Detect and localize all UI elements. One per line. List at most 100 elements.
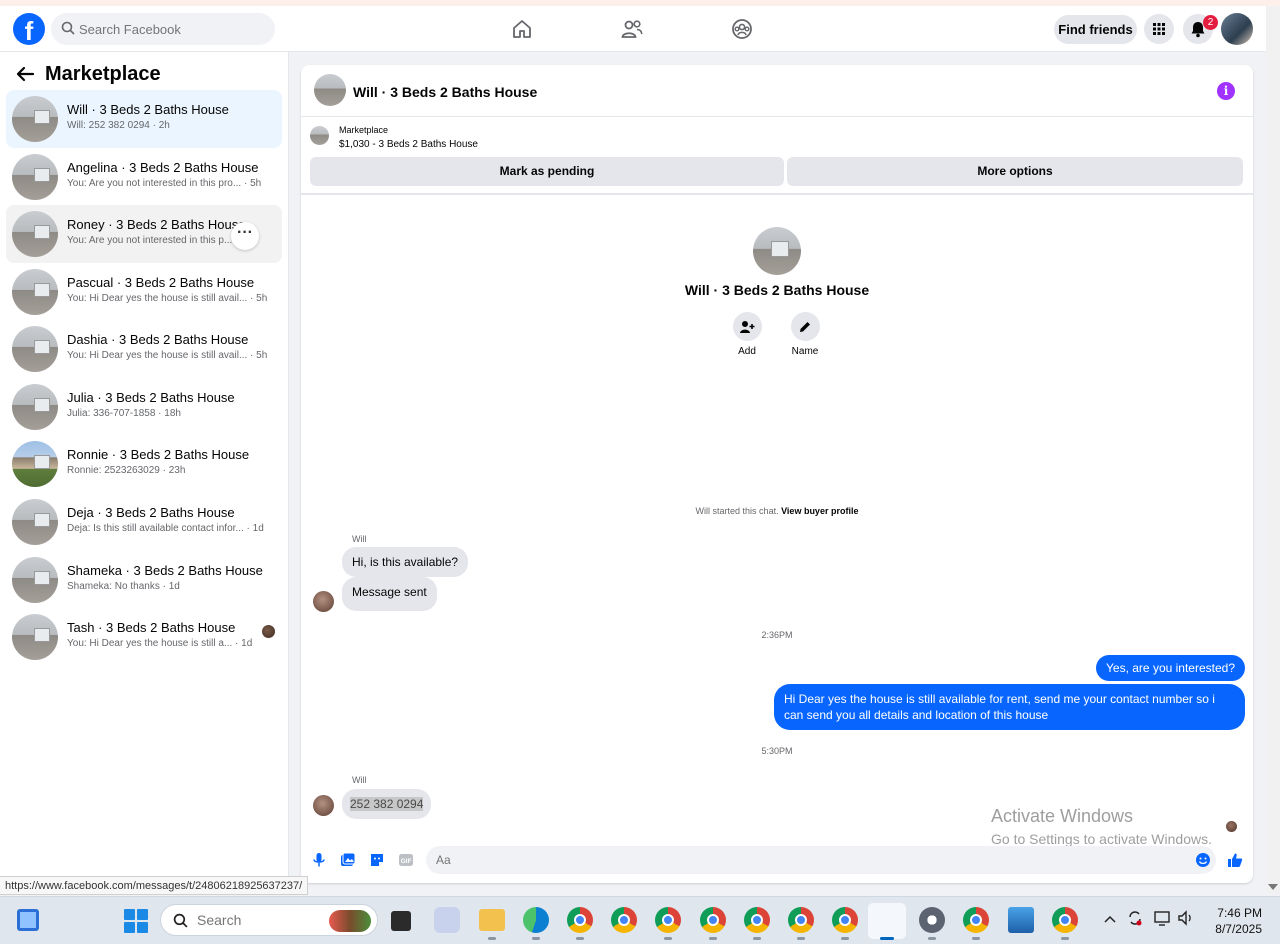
chat-avatar[interactable]: [314, 74, 346, 106]
page-scrollbar[interactable]: [1266, 6, 1280, 894]
active-app-indicator: [880, 937, 894, 940]
outgoing-message[interactable]: Yes, are you interested?: [1096, 655, 1245, 681]
conversation-item[interactable]: Deja · 3 Beds 2 Baths House Deja: Is thi…: [6, 493, 282, 551]
microphone-icon[interactable]: [311, 852, 327, 868]
seen-avatar: [262, 625, 275, 638]
conversation-item[interactable]: Tash · 3 Beds 2 Baths House You: Hi Dear…: [6, 608, 282, 666]
active-app-indicator: [709, 937, 717, 940]
search-icon: [173, 913, 188, 928]
sticker-icon[interactable]: [369, 852, 385, 868]
profile-avatar[interactable]: [753, 227, 801, 275]
conversation-item[interactable]: Dashia · 3 Beds 2 Baths House You: Hi De…: [6, 320, 282, 378]
find-friends-button[interactable]: Find friends: [1054, 15, 1137, 44]
started-label: Will started this chat.: [695, 506, 779, 516]
edge-icon[interactable]: [523, 907, 549, 933]
sender-avatar[interactable]: [313, 795, 334, 816]
chrome-profile-icon[interactable]: [655, 907, 681, 933]
file-explorer-icon[interactable]: [479, 909, 505, 931]
active-app-indicator: [664, 937, 672, 940]
conversation-item[interactable]: Julia · 3 Beds 2 Baths House Julia: 336-…: [6, 378, 282, 436]
conversation-name: Julia · 3 Beds 2 Baths House: [67, 390, 235, 405]
conversation-name: Ronnie · 3 Beds 2 Baths House: [67, 447, 250, 462]
home-icon[interactable]: [510, 17, 534, 41]
facebook-search-input[interactable]: [79, 13, 269, 45]
windows-start-icon[interactable]: [124, 909, 148, 933]
chevron-up-icon[interactable]: [1103, 914, 1117, 924]
taskbar-search-box[interactable]: [160, 904, 378, 936]
sender-avatar[interactable]: [313, 591, 334, 612]
view-buyer-profile-link[interactable]: View buyer profile: [781, 506, 858, 516]
name-label: Name: [791, 346, 819, 357]
info-icon[interactable]: i: [1217, 82, 1235, 100]
taskbar-search-input[interactable]: [197, 905, 317, 935]
name-action[interactable]: Name: [775, 312, 835, 357]
listing-price[interactable]: $1,030 - 3 Beds 2 Baths House: [339, 139, 478, 150]
sender-name: Will: [352, 775, 367, 785]
add-label: Add: [738, 346, 756, 357]
phone-number[interactable]: 252 382 0294: [350, 797, 424, 811]
account-avatar[interactable]: [1221, 13, 1253, 45]
menu-button[interactable]: [1144, 14, 1174, 44]
settings-gear-icon[interactable]: [919, 907, 945, 933]
add-action[interactable]: Add: [717, 312, 777, 357]
more-options-button[interactable]: More options: [787, 157, 1243, 186]
outgoing-message[interactable]: Hi Dear yes the house is still available…: [774, 684, 1245, 730]
conversation-item[interactable]: Shameka · 3 Beds 2 Baths House Shameka: …: [6, 551, 282, 609]
network-icon[interactable]: [1153, 909, 1171, 927]
message-input[interactable]: [426, 846, 1216, 874]
emoji-icon[interactable]: [1195, 852, 1211, 868]
task-view-icon[interactable]: [391, 911, 411, 931]
conversation-thumbnail: [12, 326, 58, 372]
sidebar-title: Marketplace: [45, 63, 161, 85]
chat-header: Will · 3 Beds 2 Baths House i: [301, 65, 1253, 117]
conversation-thumbnail: [12, 499, 58, 545]
active-app-indicator: [1061, 937, 1069, 940]
conversation-item[interactable]: Roney · 3 Beds 2 Baths House You: Are yo…: [6, 205, 282, 263]
back-arrow-icon[interactable]: [14, 64, 36, 84]
mark-as-pending-button[interactable]: Mark as pending: [310, 157, 784, 186]
active-app-indicator: [797, 937, 805, 940]
chrome-profile-icon[interactable]: [1052, 907, 1078, 933]
photo-icon[interactable]: [340, 852, 356, 868]
chrome-icon[interactable]: [611, 907, 637, 933]
chrome-profile-icon[interactable]: [963, 907, 989, 933]
chat-title[interactable]: Will · 3 Beds 2 Baths House: [353, 84, 537, 100]
photos-icon[interactable]: [1008, 907, 1034, 933]
system-clock[interactable]: 7:46 PM 8/7/2025: [1210, 905, 1262, 937]
chrome-profile-icon[interactable]: [567, 907, 593, 933]
chrome-profile-icon[interactable]: [700, 907, 726, 933]
search-icon: [61, 21, 75, 35]
groups-icon[interactable]: [730, 17, 754, 41]
thumbs-up-icon[interactable]: [1227, 852, 1243, 868]
incoming-message[interactable]: 252 382 0294: [342, 789, 432, 819]
conversation-item[interactable]: Pascual · 3 Beds 2 Baths House You: Hi D…: [6, 263, 282, 321]
facebook-search-box[interactable]: [51, 13, 275, 45]
chrome-profile-icon[interactable]: [744, 907, 770, 933]
scroll-down-arrow-icon[interactable]: [1268, 884, 1278, 890]
copilot-icon[interactable]: [434, 907, 460, 933]
snipping-tool-icon[interactable]: [868, 903, 906, 939]
chrome-profile-icon[interactable]: [788, 907, 814, 933]
conversation-item[interactable]: Angelina · 3 Beds 2 Baths House You: Are…: [6, 148, 282, 206]
conversation-preview: Ronnie: 2523263029 · 23h: [67, 465, 186, 476]
status-bar-url: https://www.facebook.com/messages/t/2480…: [0, 876, 309, 895]
more-options-icon[interactable]: ···: [231, 222, 259, 250]
conversation-item[interactable]: Will · 3 Beds 2 Baths House Will: 252 38…: [6, 90, 282, 148]
listing-thumbnail[interactable]: [310, 126, 329, 145]
sync-icon[interactable]: [1126, 909, 1144, 927]
conversation-preview: You: Hi Dear yes the house is still avai…: [67, 293, 268, 304]
incoming-message[interactable]: Message sent: [342, 577, 437, 611]
active-app-indicator: [532, 937, 540, 940]
active-app-indicator: [841, 937, 849, 940]
clock-time: 7:46 PM: [1217, 906, 1262, 920]
conversation-item[interactable]: Ronnie · 3 Beds 2 Baths House Ronnie: 25…: [6, 435, 282, 493]
search-highlight-icon[interactable]: [329, 910, 371, 932]
chrome-profile-icon[interactable]: [832, 907, 858, 933]
volume-icon[interactable]: [1177, 909, 1195, 927]
message-timestamp: 5:30PM: [761, 746, 793, 756]
gif-icon[interactable]: GIF: [398, 852, 414, 868]
widgets-icon[interactable]: [17, 909, 39, 931]
facebook-logo-icon[interactable]: f: [13, 13, 45, 45]
incoming-message[interactable]: Hi, is this available?: [342, 547, 469, 577]
friends-icon[interactable]: [620, 17, 644, 41]
